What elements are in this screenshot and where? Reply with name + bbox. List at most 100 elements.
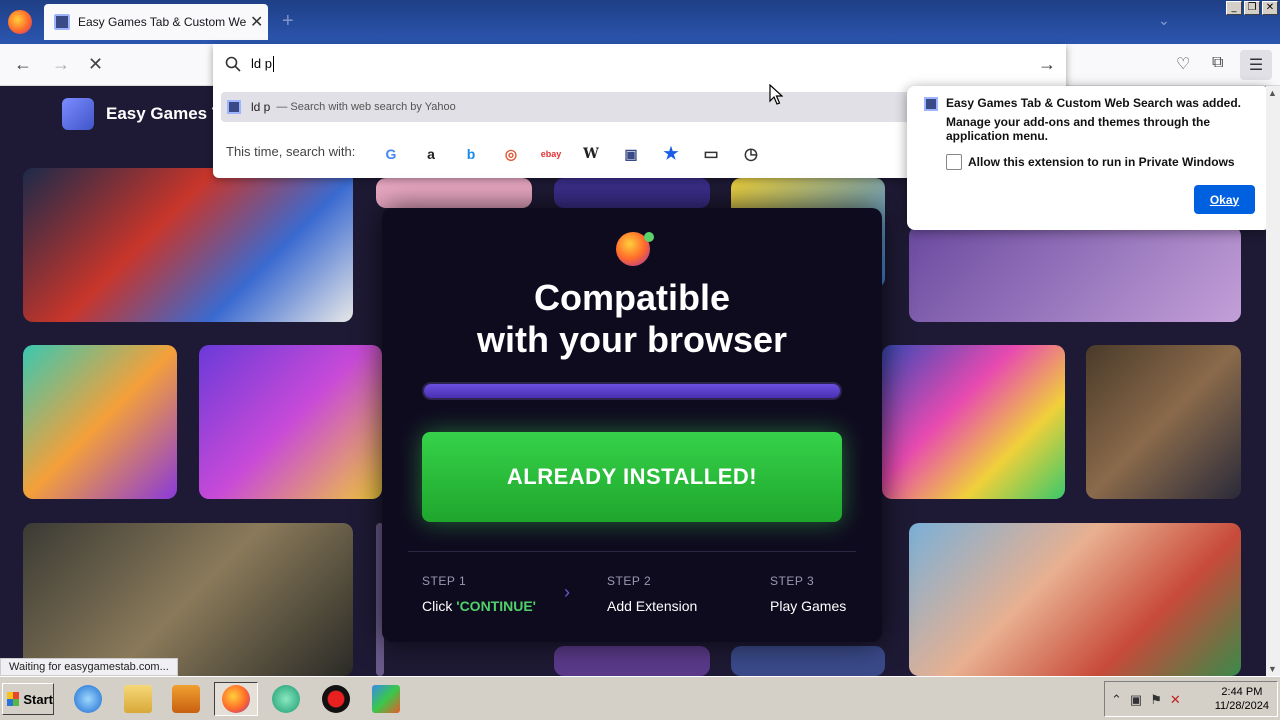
window-controls: _ ❐ ✕ — [1226, 1, 1278, 15]
bookmarks-icon[interactable]: ★ — [661, 144, 681, 164]
url-input[interactable]: ld p — [251, 56, 274, 72]
extensions-icon[interactable]: ⧉ — [1212, 54, 1223, 72]
step-1-highlight: 'CONTINUE' — [456, 598, 537, 614]
taskbar-explorer[interactable] — [116, 682, 160, 716]
tab-bar: Easy Games Tab & Custom Web Se ✕ + ⌄ _ ❐… — [0, 0, 1280, 44]
step-2-text: Add Extension — [607, 598, 698, 614]
install-modal: Compatible with your browser ALREADY INS… — [382, 208, 882, 642]
start-label: Start — [23, 691, 53, 707]
progress-bar — [422, 382, 842, 400]
suggestion-hint: — Search with web search by Yahoo — [276, 101, 456, 113]
windows-logo-icon — [7, 692, 20, 706]
okay-button[interactable]: Okay — [1194, 185, 1255, 214]
system-tray: ⌃ ▣ ⚑ ✕ 2:44 PM 11/28/2024 — [1104, 681, 1278, 717]
game-tile[interactable] — [882, 345, 1065, 499]
forward-button[interactable]: → — [52, 54, 70, 75]
divider — [408, 551, 856, 552]
game-tile[interactable] — [199, 345, 382, 499]
popup-message: Manage your add-ons and themes through t… — [946, 115, 1211, 143]
modal-heading-line2: with your browser — [476, 319, 788, 360]
list-all-tabs-icon[interactable]: ⌄ — [1158, 12, 1170, 29]
duckduckgo-icon[interactable]: ◎ — [501, 144, 521, 164]
extension-added-popup: Easy Games Tab & Custom Web Search was a… — [907, 86, 1271, 230]
taskbar-chat[interactable] — [264, 682, 308, 716]
tray-icons: ⌃ ▣ ⚑ ✕ — [1111, 692, 1181, 708]
mouse-cursor-icon — [769, 84, 783, 105]
taskbar-internet-explorer[interactable] — [66, 682, 110, 716]
step-1-prefix: Click — [422, 598, 457, 614]
private-windows-checkbox[interactable] — [946, 154, 962, 170]
taskbar: Start ⌃ ▣ ⚑ ✕ 2:44 PM 11/28/2024 — [0, 676, 1280, 720]
game-tile[interactable] — [1086, 345, 1241, 499]
popup-title: Easy Games Tab & Custom Web Search was a… — [946, 96, 1241, 110]
step-chevron-icon: › — [564, 582, 570, 602]
game-tile[interactable] — [731, 646, 885, 676]
tabs-icon[interactable]: ▭ — [701, 144, 721, 164]
page-scrollbar[interactable]: ▲ ▼ — [1266, 86, 1280, 676]
stop-button[interactable]: ✕ — [88, 54, 103, 75]
url-bar[interactable]: ld p — [213, 44, 1066, 84]
site-name: Easy Games T — [106, 104, 223, 123]
game-tile[interactable] — [23, 523, 353, 676]
game-tile[interactable] — [23, 345, 177, 499]
restore-button[interactable]: ❐ — [1244, 1, 1260, 15]
flag-icon[interactable]: ⚑ — [1150, 692, 1162, 708]
clock[interactable]: 2:44 PM 11/28/2024 — [1215, 685, 1269, 713]
game-tile[interactable] — [376, 178, 532, 208]
step-1-label: STEP 1 — [422, 574, 467, 588]
step-1: STEP 1 Click 'CONTINUE' — [422, 574, 536, 614]
progress-fill — [424, 384, 840, 398]
step-3-label: STEP 3 — [770, 574, 815, 588]
close-window-button[interactable]: ✕ — [1262, 1, 1278, 15]
minimize-button[interactable]: _ — [1226, 1, 1242, 15]
wikipedia-icon[interactable]: W — [581, 144, 601, 164]
history-icon[interactable]: ◷ — [741, 144, 761, 164]
hamburger-icon: ☰ — [1248, 57, 1264, 74]
step-2-label: STEP 2 — [607, 574, 652, 588]
private-windows-label[interactable]: Allow this extension to run in Private W… — [968, 155, 1235, 169]
taskbar-app[interactable] — [364, 682, 408, 716]
already-installed-button[interactable]: ALREADY INSTALLED! — [422, 432, 842, 522]
new-tab-button[interactable]: + — [282, 10, 294, 33]
google-icon[interactable]: G — [381, 144, 401, 164]
go-arrow-icon[interactable]: → — [1038, 54, 1056, 75]
ebay-icon[interactable]: ebay — [541, 144, 562, 164]
app-icon — [372, 685, 400, 713]
game-tile[interactable] — [909, 523, 1241, 676]
volume-muted-icon[interactable]: ✕ — [1170, 692, 1181, 708]
search-icon — [225, 56, 241, 72]
start-button[interactable]: Start — [2, 683, 54, 715]
record-icon — [322, 685, 350, 713]
step-3-text: Play Games — [770, 598, 847, 614]
taskbar-media-player[interactable] — [164, 682, 208, 716]
taskbar-recorder[interactable] — [314, 682, 358, 716]
clock-time: 2:44 PM — [1221, 686, 1263, 698]
suggestion-query: ld p — [251, 100, 271, 114]
back-button[interactable]: ← — [14, 54, 32, 75]
firefox-logo-icon — [616, 232, 654, 266]
bing-icon[interactable]: b — [461, 144, 481, 164]
taskbar-firefox[interactable] — [214, 682, 258, 716]
one-off-search-label: This time, search with: — [226, 144, 356, 159]
one-off-search-engines: G a b ◎ ebay W ▣ ★ ▭ ◷ — [381, 144, 761, 164]
yahoo-easygames-icon[interactable]: ▣ — [621, 144, 641, 164]
app-menu-button[interactable]: ☰ — [1240, 50, 1272, 80]
modal-heading-line1: Compatible — [533, 277, 730, 318]
tab-active[interactable]: Easy Games Tab & Custom Web Se ✕ — [44, 4, 268, 40]
game-tile[interactable] — [909, 226, 1241, 322]
tab-close-icon[interactable]: ✕ — [250, 12, 263, 32]
game-tile[interactable] — [554, 178, 710, 208]
site-logo — [62, 98, 94, 130]
network-icon[interactable]: ▣ — [1130, 692, 1142, 708]
game-tile[interactable] — [554, 646, 710, 676]
pocket-icon[interactable]: ♡ — [1176, 54, 1190, 74]
firefox-view-icon[interactable] — [8, 10, 32, 34]
scroll-down-icon[interactable]: ▼ — [1268, 664, 1277, 674]
step-2: STEP 2 Add Extension — [607, 574, 697, 614]
game-tile[interactable] — [23, 168, 353, 322]
tray-expand-icon[interactable]: ⌃ — [1111, 692, 1122, 708]
amazon-icon[interactable]: a — [421, 144, 441, 164]
scroll-up-icon[interactable]: ▲ — [1268, 88, 1277, 98]
search-engine-icon — [227, 100, 241, 114]
tab-favicon-icon — [54, 14, 70, 30]
